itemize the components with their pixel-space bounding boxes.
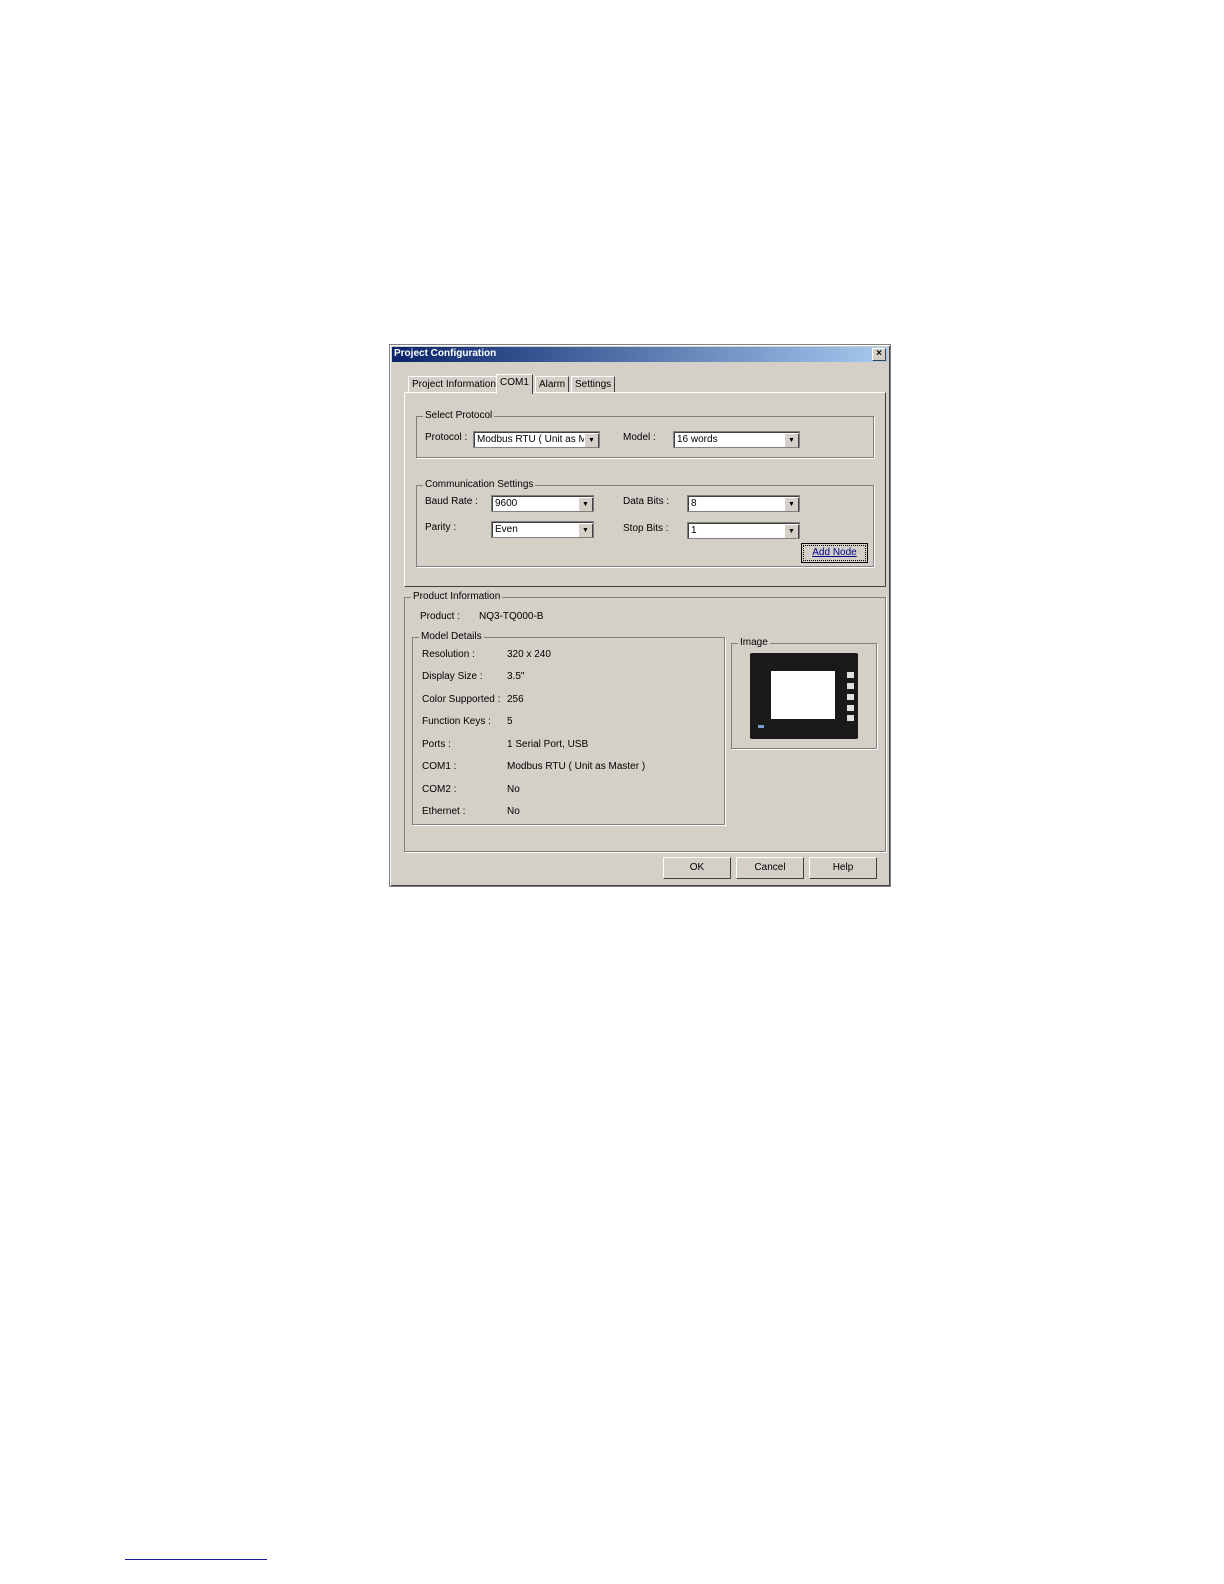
tab-settings[interactable]: Settings — [571, 376, 616, 393]
select-protocol-group: Select Protocol Protocol : Modbus RTU ( … — [416, 410, 874, 458]
detail-label: COM2 : — [422, 784, 457, 795]
detail-value: 256 — [507, 694, 524, 705]
footnote-separator — [125, 1559, 267, 1560]
detail-value: No — [507, 806, 520, 817]
tab-label: Settings — [575, 379, 612, 390]
function-key — [847, 683, 854, 689]
stop-bits-value: 1 — [691, 525, 697, 536]
protocol-value: Modbus RTU ( Unit as M... — [477, 434, 596, 445]
project-configuration-dialog: Project Configuration × Project Informat… — [389, 344, 891, 887]
function-key — [847, 694, 854, 700]
parity-select[interactable]: Even ▼ — [491, 521, 594, 538]
tab-label: Alarm — [539, 379, 566, 390]
title-bar[interactable]: Project Configuration × — [392, 347, 888, 362]
function-key — [847, 705, 854, 711]
chevron-down-icon[interactable]: ▼ — [584, 433, 598, 447]
detail-label: Color Supported : — [422, 694, 501, 705]
group-legend: Select Protocol — [423, 410, 495, 421]
model-label: Model : — [623, 432, 656, 443]
cancel-button[interactable]: Cancel — [736, 857, 804, 879]
ok-button[interactable]: OK — [663, 857, 731, 879]
add-node-button[interactable]: Add Node — [801, 543, 868, 563]
chevron-down-icon[interactable]: ▼ — [784, 524, 798, 538]
detail-label: Ports : — [422, 739, 451, 750]
group-legend: Model Details — [419, 631, 484, 642]
chevron-down-icon[interactable]: ▼ — [784, 497, 798, 511]
detail-label: Display Size : — [422, 671, 483, 682]
tab-label: COM1 — [500, 377, 529, 388]
dialog-title: Project Configuration — [394, 348, 497, 359]
chevron-down-icon[interactable]: ▼ — [578, 497, 592, 511]
function-key — [847, 672, 854, 678]
tab-project-information[interactable]: Project Information — [408, 376, 500, 393]
tab-alarm[interactable]: Alarm — [535, 376, 570, 393]
tab-com1[interactable]: COM1 — [496, 374, 533, 394]
detail-label: Function Keys : — [422, 716, 491, 727]
data-bits-select[interactable]: 8 ▼ — [687, 495, 800, 512]
detail-label: Ethernet : — [422, 806, 466, 817]
baud-rate-label: Baud Rate : — [425, 496, 478, 507]
chevron-down-icon[interactable]: ▼ — [784, 433, 798, 447]
detail-label: COM1 : — [422, 761, 457, 772]
baud-rate-select[interactable]: 9600 ▼ — [491, 495, 594, 512]
model-select[interactable]: 16 words ▼ — [673, 431, 800, 448]
model-value: 16 words — [677, 434, 718, 445]
stop-bits-label: Stop Bits : — [623, 523, 669, 534]
detail-value: 320 x 240 — [507, 649, 551, 660]
detail-label: Resolution : — [422, 649, 475, 660]
data-bits-label: Data Bits : — [623, 496, 670, 507]
detail-value: 5 — [507, 716, 513, 727]
model-details-group: Model Details Resolution : 320 x 240 Dis… — [412, 631, 725, 825]
product-value: NQ3-TQ000-B — [479, 611, 544, 622]
parity-label: Parity : — [425, 522, 457, 533]
hmi-product-image — [750, 653, 858, 739]
close-button[interactable]: × — [872, 348, 886, 361]
baud-rate-value: 9600 — [495, 498, 518, 509]
group-legend: Image — [738, 637, 770, 648]
protocol-select[interactable]: Modbus RTU ( Unit as M... ▼ — [473, 431, 600, 448]
product-label: Product : — [420, 611, 461, 622]
detail-value: 3.5" — [507, 671, 525, 682]
protocol-label: Protocol : — [425, 432, 468, 443]
chevron-down-icon[interactable]: ▼ — [578, 523, 592, 537]
group-legend: Communication Settings — [423, 479, 536, 490]
function-key — [847, 715, 854, 721]
detail-value: No — [507, 784, 520, 795]
tab-label: Project Information — [412, 379, 496, 390]
parity-value: Even — [495, 524, 518, 535]
group-legend: Product Information — [411, 591, 503, 602]
detail-value: Modbus RTU ( Unit as Master ) — [507, 761, 646, 772]
detail-value: 1 Serial Port, USB — [507, 739, 589, 750]
stop-bits-select[interactable]: 1 ▼ — [687, 522, 800, 539]
close-icon: × — [876, 348, 882, 359]
help-button[interactable]: Help — [809, 857, 877, 879]
hmi-screen — [771, 671, 835, 719]
brand-logo — [758, 725, 764, 728]
data-bits-value: 8 — [691, 498, 697, 509]
